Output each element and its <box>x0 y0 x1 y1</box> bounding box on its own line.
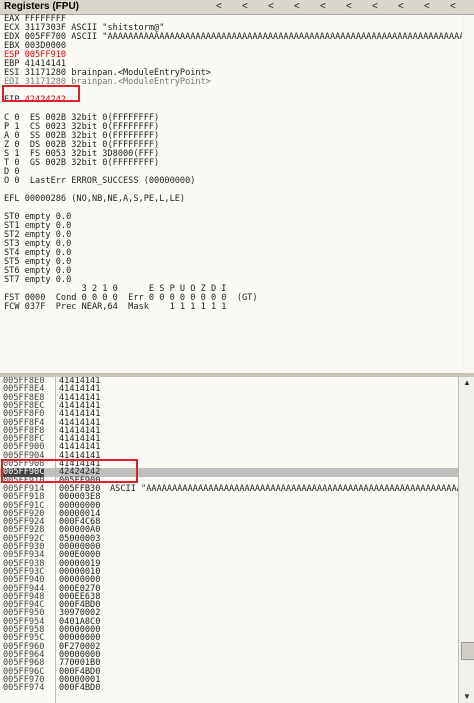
nav-arrow-icon[interactable]: < <box>294 1 300 12</box>
scroll-thumb[interactable] <box>461 642 474 660</box>
register-line[interactable]: T 0 GS 002B 32bit 0(FFFFFFFF) <box>4 159 159 168</box>
stack-row[interactable]: 005FF974 000F4BD0 <box>0 683 458 694</box>
nav-arrow-icon[interactable]: < <box>398 1 404 12</box>
registers-pane[interactable]: EAX FFFFFFFF ECX 3117303F ASCII "shitstor… <box>0 15 474 373</box>
nav-arrow-icon[interactable]: < <box>424 1 430 12</box>
register-line[interactable]: EDX 005FF700 ASCII "AAAAAAAAAAAAAAAAAAAA… <box>4 33 474 42</box>
stack-column-separator <box>55 377 56 703</box>
scroll-down-arrow-icon[interactable]: ▼ <box>459 691 474 703</box>
nav-arrow-icon[interactable]: < <box>268 1 274 12</box>
register-line[interactable]: O 0 LastErr ERROR_SUCCESS (00000000) <box>4 177 195 186</box>
nav-arrow-icon[interactable]: < <box>372 1 378 12</box>
stack-scrollbar[interactable]: ▲ ▼ <box>458 377 474 703</box>
scroll-up-arrow-icon[interactable]: ▲ <box>459 377 474 389</box>
stack-highlight-box <box>1 459 138 483</box>
register-line[interactable]: FCW 037F Prec NEAR,64 Mask 1 1 1 1 1 1 <box>4 303 226 312</box>
registers-title-bar: Registers (FPU) < < < < < < < < < < <box>0 0 474 15</box>
nav-arrow-icon[interactable]: < <box>320 1 326 12</box>
stack-value: 000F4BD0 <box>59 683 101 694</box>
nav-arrow-icon[interactable]: < <box>450 1 456 12</box>
eip-highlight-box <box>2 85 80 102</box>
register-line[interactable]: EFL 00000286 (NO,NB,NE,A,S,PE,L,LE) <box>4 195 185 204</box>
stack-comment: ASCII "AAAAAAAAAAAAAAAAAAAAAAAAAAAAAAAAA… <box>110 483 458 494</box>
stack-address: 005FF974 <box>3 683 45 694</box>
registers-scrollbar[interactable] <box>462 15 474 373</box>
stack-pane[interactable]: 005FF8E0 41414141 005FF8E4 41414141 005FF8E8… <box>0 377 458 703</box>
nav-arrow-icon[interactable]: < <box>346 1 352 12</box>
nav-arrow-icon[interactable]: < <box>242 1 248 12</box>
registers-title: Registers (FPU) <box>4 1 80 12</box>
nav-arrow-icon[interactable]: < <box>216 1 222 12</box>
